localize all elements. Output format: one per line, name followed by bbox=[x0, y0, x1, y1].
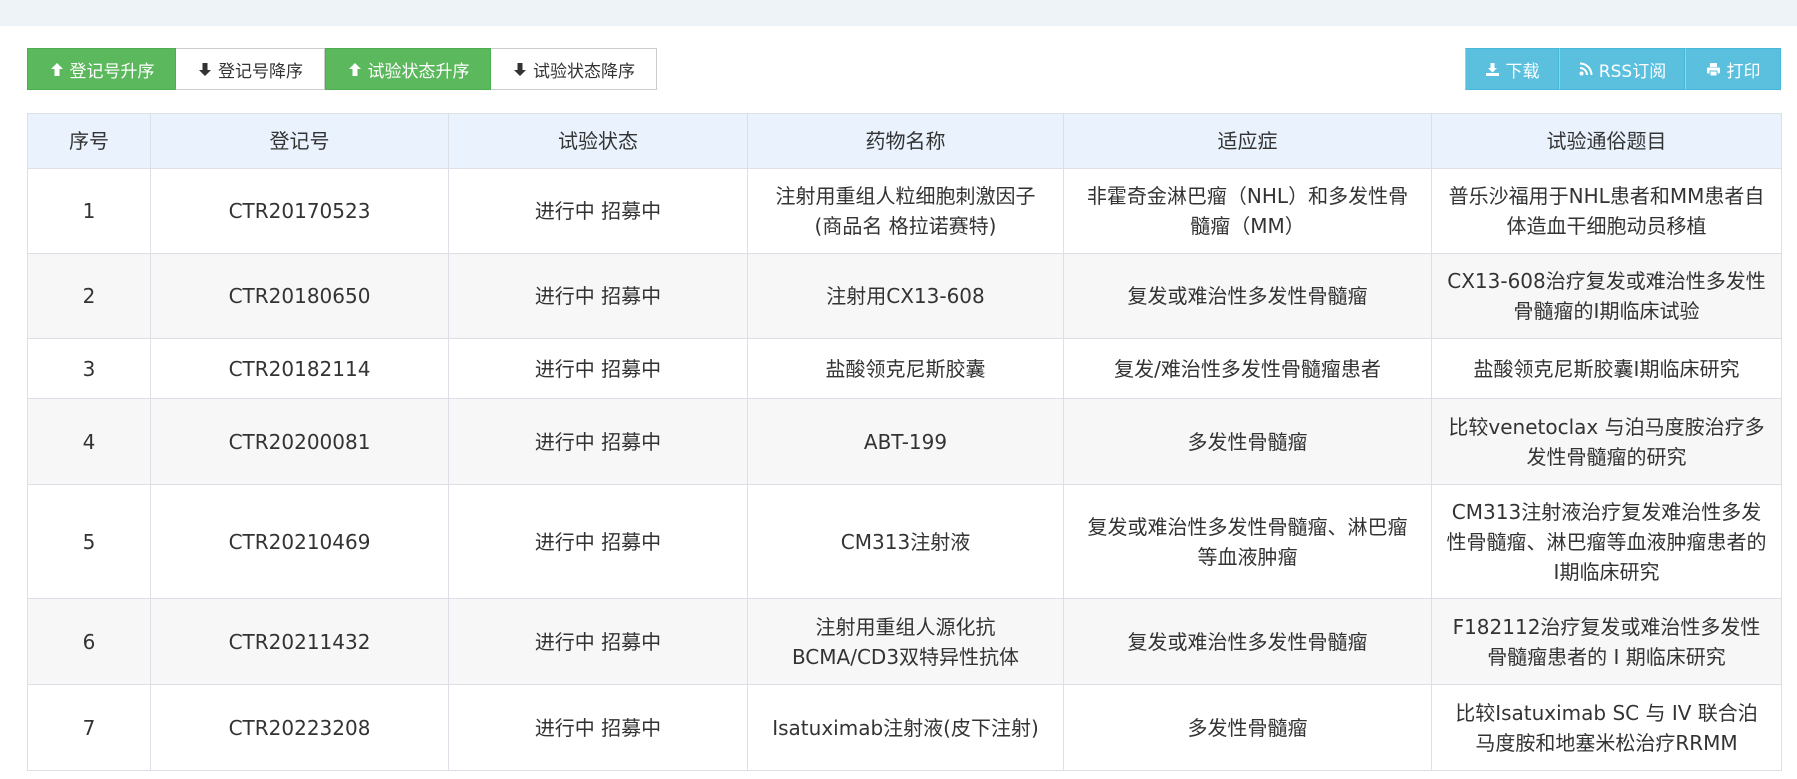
trial-table: 序号 登记号 试验状态 药物名称 适应症 试验通俗题目 1 CTR2017052… bbox=[27, 113, 1782, 771]
table-row: 3 CTR20182114 进行中 招募中 盐酸领克尼斯胶囊 复发/难治性多发性… bbox=[27, 338, 1782, 399]
print-button[interactable]: 打印 bbox=[1685, 48, 1781, 90]
print-label: 打印 bbox=[1726, 61, 1761, 82]
sort-status-asc-button[interactable]: 试验状态升序 bbox=[325, 48, 491, 90]
sort-reg-asc-button[interactable]: 登记号升序 bbox=[27, 48, 176, 90]
header-drug-name[interactable]: 药物名称 bbox=[747, 113, 1064, 169]
rss-subscribe-button[interactable]: RSS订阅 bbox=[1559, 48, 1685, 90]
cell-registration-no[interactable]: CTR20180650 bbox=[150, 253, 449, 339]
cell-drug-name: Isatuximab注射液(皮下注射) bbox=[747, 684, 1064, 771]
cell-status: 进行中 招募中 bbox=[448, 598, 748, 685]
cell-no: 3 bbox=[27, 338, 151, 399]
cell-registration-no[interactable]: CTR20170523 bbox=[150, 168, 449, 254]
table-row: 6 CTR20211432 进行中 招募中 注射用重组人源化抗BCMA/CD3双… bbox=[27, 598, 1782, 685]
cell-indication: 非霍奇金淋巴瘤（NHL）和多发性骨髓瘤（MM） bbox=[1063, 168, 1432, 254]
table-row: 4 CTR20200081 进行中 招募中 ABT-199 多发性骨髓瘤 比较v… bbox=[27, 398, 1782, 485]
cell-no: 1 bbox=[27, 168, 151, 254]
cell-registration-no[interactable]: CTR20182114 bbox=[150, 338, 449, 399]
cell-registration-no[interactable]: CTR20200081 bbox=[150, 398, 449, 485]
trial-table-container: 序号 登记号 试验状态 药物名称 适应症 试验通俗题目 1 CTR2017052… bbox=[27, 113, 1782, 771]
arrow-down-icon bbox=[197, 61, 213, 77]
cell-no: 4 bbox=[27, 398, 151, 485]
cell-status: 进行中 招募中 bbox=[448, 484, 748, 599]
cell-indication: 多发性骨髓瘤 bbox=[1063, 398, 1432, 485]
sort-status-desc-label: 试验状态降序 bbox=[533, 61, 635, 82]
cell-no: 2 bbox=[27, 253, 151, 339]
cell-trial-title[interactable]: 普乐沙福用于NHL患者和MM患者自体造血干细胞动员移植 bbox=[1431, 168, 1782, 254]
table-row: 1 CTR20170523 进行中 招募中 注射用重组人粒细胞刺激因子(商品名 … bbox=[27, 168, 1782, 254]
cell-drug-name: ABT-199 bbox=[747, 398, 1064, 485]
cell-indication: 复发/难治性多发性骨髓瘤患者 bbox=[1063, 338, 1432, 399]
arrow-up-icon bbox=[49, 61, 65, 77]
content-panel: 登记号升序 登记号降序 试验状态升序 试验状态降序 下载 RSS订阅 打印 序号… bbox=[0, 26, 1797, 779]
header-trial-title[interactable]: 试验通俗题目 bbox=[1431, 113, 1782, 169]
sort-reg-asc-label: 登记号升序 bbox=[69, 61, 155, 82]
cell-trial-title[interactable]: CX13-608治疗复发或难治性多发性骨髓瘤的I期临床试验 bbox=[1431, 253, 1782, 339]
cell-trial-title[interactable]: 比较Isatuximab SC 与 IV 联合泊马度胺和地塞米松治疗RRMM bbox=[1431, 684, 1782, 771]
cell-status: 进行中 招募中 bbox=[448, 253, 748, 339]
sort-status-asc-label: 试验状态升序 bbox=[367, 61, 470, 82]
cell-status: 进行中 招募中 bbox=[448, 684, 748, 771]
cell-drug-name: CM313注射液 bbox=[747, 484, 1064, 599]
table-header-row: 序号 登记号 试验状态 药物名称 适应症 试验通俗题目 bbox=[27, 113, 1782, 169]
sort-reg-desc-label: 登记号降序 bbox=[218, 61, 303, 82]
header-no[interactable]: 序号 bbox=[27, 113, 151, 169]
cell-drug-name: 注射用重组人源化抗BCMA/CD3双特异性抗体 bbox=[747, 598, 1064, 685]
sort-reg-desc-button[interactable]: 登记号降序 bbox=[176, 48, 325, 90]
cell-no: 6 bbox=[27, 598, 151, 685]
arrow-down-icon bbox=[512, 61, 528, 77]
cell-no: 7 bbox=[27, 684, 151, 771]
cell-no: 5 bbox=[27, 484, 151, 599]
rss-icon bbox=[1578, 61, 1594, 77]
sort-button-group: 登记号升序 登记号降序 试验状态升序 试验状态降序 bbox=[27, 48, 657, 90]
cell-drug-name: 盐酸领克尼斯胶囊 bbox=[747, 338, 1064, 399]
cell-trial-title[interactable]: 比较venetoclax 与泊马度胺治疗多发性骨髓瘤的研究 bbox=[1431, 398, 1782, 485]
cell-registration-no[interactable]: CTR20211432 bbox=[150, 598, 449, 685]
table-row: 7 CTR20223208 进行中 招募中 Isatuximab注射液(皮下注射… bbox=[27, 684, 1782, 771]
cell-indication: 复发或难治性多发性骨髓瘤 bbox=[1063, 598, 1432, 685]
cell-status: 进行中 招募中 bbox=[448, 168, 748, 254]
toolbar: 登记号升序 登记号降序 试验状态升序 试验状态降序 下载 RSS订阅 打印 bbox=[27, 48, 1781, 90]
cell-indication: 复发或难治性多发性骨髓瘤 bbox=[1063, 253, 1432, 339]
table-row: 2 CTR20180650 进行中 招募中 注射用CX13-608 复发或难治性… bbox=[27, 253, 1782, 339]
top-strip bbox=[0, 0, 1797, 26]
cell-drug-name: 注射用重组人粒细胞刺激因子(商品名 格拉诺赛特) bbox=[747, 168, 1064, 254]
cell-indication: 复发或难治性多发性骨髓瘤、淋巴瘤等血液肿瘤 bbox=[1063, 484, 1432, 599]
cell-indication: 多发性骨髓瘤 bbox=[1063, 684, 1432, 771]
action-button-group: 下载 RSS订阅 打印 bbox=[1465, 48, 1781, 90]
cell-drug-name: 注射用CX13-608 bbox=[747, 253, 1064, 339]
download-label: 下载 bbox=[1505, 61, 1540, 82]
rss-subscribe-label: RSS订阅 bbox=[1598, 61, 1667, 82]
header-indication[interactable]: 适应症 bbox=[1063, 113, 1432, 169]
cell-status: 进行中 招募中 bbox=[448, 398, 748, 485]
header-trial-status[interactable]: 试验状态 bbox=[448, 113, 748, 169]
cell-trial-title[interactable]: 盐酸领克尼斯胶囊I期临床研究 bbox=[1431, 338, 1782, 399]
cell-trial-title[interactable]: CM313注射液治疗复发难治性多发性骨髓瘤、淋巴瘤等血液肿瘤患者的I期临床研究 bbox=[1431, 484, 1782, 599]
header-registration-no[interactable]: 登记号 bbox=[150, 113, 449, 169]
print-icon bbox=[1706, 61, 1722, 77]
cell-registration-no[interactable]: CTR20210469 bbox=[150, 484, 449, 599]
cell-status: 进行中 招募中 bbox=[448, 338, 748, 399]
cell-registration-no[interactable]: CTR20223208 bbox=[150, 684, 449, 771]
download-icon bbox=[1485, 61, 1501, 77]
arrow-up-icon bbox=[347, 61, 363, 77]
sort-status-desc-button[interactable]: 试验状态降序 bbox=[491, 48, 657, 90]
table-row: 5 CTR20210469 进行中 招募中 CM313注射液 复发或难治性多发性… bbox=[27, 484, 1782, 599]
cell-trial-title[interactable]: F182112治疗复发或难治性多发性骨髓瘤患者的 I 期临床研究 bbox=[1431, 598, 1782, 685]
download-button[interactable]: 下载 bbox=[1465, 48, 1559, 90]
